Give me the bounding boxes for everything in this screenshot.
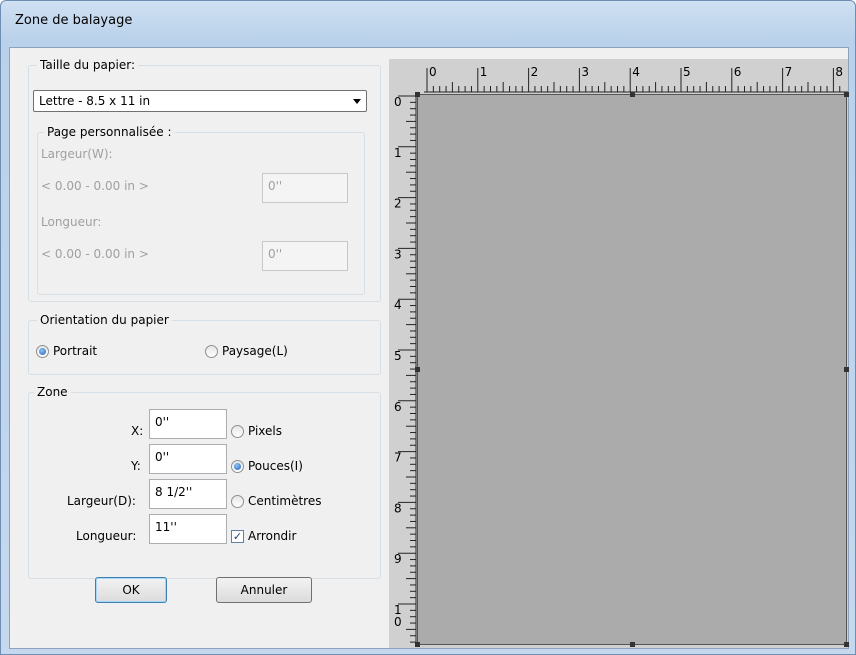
h-ruler-label: 2 [531,65,539,79]
zone-group: Zone X: 0'' Pixels Y: 0'' Pouces(I) Larg… [28,385,381,579]
scan-preview-area[interactable] [415,92,849,647]
custom-length-field: 0'' [262,241,348,271]
v-ruler-label: 1 [394,146,402,160]
x-field[interactable]: 0'' [149,409,227,439]
resize-handle-top-center[interactable] [630,92,635,97]
y-label: Y: [131,459,141,473]
landscape-radio[interactable] [205,345,218,358]
portrait-label[interactable]: Portrait [53,344,97,358]
custom-length-label: Longueur: [41,215,102,229]
custom-width-range: < 0.00 - 0.00 in > [41,179,149,193]
paper-size-group: Taille du papier: Lettre - 8.5 x 11 in P… [28,58,381,302]
pixels-radio[interactable] [231,425,244,438]
resize-handle-top-right[interactable] [844,92,849,97]
round-label[interactable]: Arrondir [248,529,296,543]
round-checkbox[interactable]: ✓ [231,530,244,543]
resize-handle-bottom-left[interactable] [415,642,420,647]
zone-legend: Zone [34,385,71,399]
pixels-label[interactable]: Pixels [248,424,282,438]
zone-width-label: Largeur(D): [67,494,136,508]
horizontal-ruler: 0 1 2 3 4 5 6 7 8 [424,60,848,94]
v-ruler-label: 7 [394,451,402,465]
paper-size-selected: Lettre - 8.5 x 11 in [39,94,151,108]
h-ruler-label: 3 [581,65,589,79]
resize-handle-bottom-right[interactable] [844,642,849,647]
custom-length-range: < 0.00 - 0.00 in > [41,247,149,261]
orientation-group: Orientation du papier Portrait Paysage(L… [28,313,381,375]
x-label: X: [131,424,144,438]
custom-page-legend: Page personnalisée : [44,125,175,139]
inches-label[interactable]: Pouces(I) [248,459,303,473]
v-ruler-label: 4 [394,298,402,312]
resize-handle-bottom-center[interactable] [630,642,635,647]
h-ruler-label: 8 [835,65,843,79]
title-bar[interactable]: Zone de balayage [1,1,855,39]
custom-page-group: Page personnalisée : Largeur(W): < 0.00 … [37,125,365,295]
zone-width-field[interactable]: 8 1/2'' [149,479,227,509]
h-ruler-label: 5 [683,65,691,79]
h-ruler-label: 4 [632,65,640,79]
paper-size-legend: Taille du papier: [37,58,139,72]
v-ruler-label: 3 [394,247,402,261]
h-ruler-label: 7 [785,65,793,79]
ok-button[interactable]: OK [95,577,167,603]
v-ruler-label: 9 [394,552,402,566]
v-ruler-label: 0 [394,615,402,629]
v-ruler-label: 5 [394,349,402,363]
custom-width-field: 0'' [262,173,348,203]
custom-width-label: Largeur(W): [41,147,113,161]
zone-length-field[interactable]: 11'' [149,514,227,544]
v-ruler-label: 0 [394,95,402,109]
y-field[interactable]: 0'' [149,444,227,474]
chevron-down-icon [353,99,361,104]
v-ruler-label: 2 [394,197,402,211]
vertical-ruler: 012345678910 [390,94,417,645]
centimeters-radio[interactable] [231,495,244,508]
portrait-radio[interactable] [36,345,49,358]
centimeters-label[interactable]: Centimètres [248,494,322,508]
h-ruler-label: 1 [480,65,488,79]
h-ruler-label: 6 [734,65,742,79]
paper-size-dropdown[interactable]: Lettre - 8.5 x 11 in [33,90,367,112]
resize-handle-top-left[interactable] [415,92,420,97]
cancel-button[interactable]: Annuler [216,577,312,603]
orientation-legend: Orientation du papier [37,313,172,327]
resize-handle-middle-left[interactable] [415,367,420,372]
v-ruler-label: 8 [394,501,402,515]
resize-handle-middle-right[interactable] [844,367,849,372]
v-ruler-label: 6 [394,400,402,414]
dialog-title: Zone de balayage [15,13,133,28]
landscape-label[interactable]: Paysage(L) [222,344,288,358]
h-ruler-label: 0 [429,65,437,79]
zone-length-label: Longueur: [76,529,137,543]
inches-radio[interactable] [231,460,244,473]
